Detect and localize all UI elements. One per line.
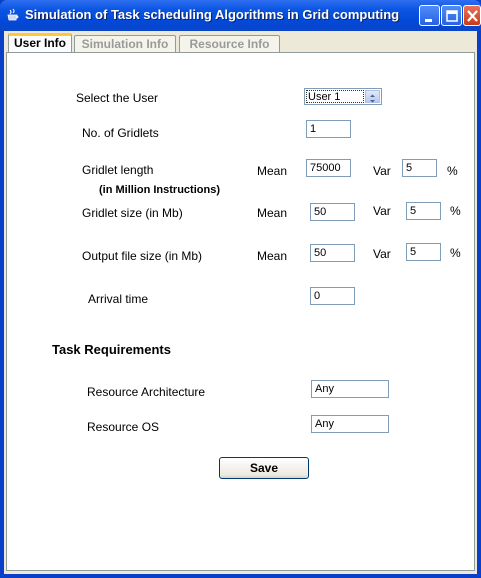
minimize-icon <box>425 19 432 22</box>
window-title: Simulation of Task scheduling Algorithms… <box>25 7 400 22</box>
save-button[interactable]: Save <box>219 457 309 479</box>
gridlet-length-var-input[interactable] <box>402 159 437 177</box>
gridlet-length-mean-input[interactable] <box>306 159 351 177</box>
output-size-var-input[interactable] <box>406 243 441 261</box>
output-size-mean-input[interactable] <box>310 244 355 262</box>
resource-architecture-input[interactable] <box>311 380 389 398</box>
spinner-arrows-icon <box>370 94 375 103</box>
gridlet-size-percent-label: % <box>450 204 461 218</box>
task-requirements-heading: Task Requirements <box>52 342 171 357</box>
gridlet-size-var-label: Var <box>373 204 391 218</box>
gridlet-size-mean-input[interactable] <box>310 203 355 221</box>
user-info-panel: Select the User User 1 No. of Gridlets G… <box>6 52 475 571</box>
gridlet-length-mean-label: Mean <box>257 164 288 178</box>
java-cup-icon <box>7 8 19 21</box>
resource-os-label: Resource OS <box>87 420 160 434</box>
arrival-time-input[interactable] <box>310 287 355 305</box>
num-gridlets-input[interactable] <box>306 120 351 138</box>
resource-architecture-label: Resource Architecture <box>87 385 206 399</box>
output-size-percent-label: % <box>450 246 461 260</box>
user-select[interactable]: User 1 <box>304 88 382 105</box>
output-size-label: Output file size (in Mb) <box>82 249 203 263</box>
close-button[interactable] <box>463 5 481 26</box>
resource-os-input[interactable] <box>311 415 389 433</box>
title-bar[interactable]: Simulation of Task scheduling Algorithms… <box>0 0 481 31</box>
arrival-time-label: Arrival time <box>88 292 149 306</box>
maximize-icon <box>446 10 458 22</box>
gridlet-length-percent-label: % <box>447 164 458 178</box>
output-size-var-label: Var <box>373 247 391 261</box>
gridlet-length-note: (in Million Instructions) <box>99 184 220 196</box>
app-window: Simulation of Task scheduling Algorithms… <box>0 0 481 578</box>
user-select-spinner[interactable] <box>365 90 380 103</box>
gridlet-size-var-input[interactable] <box>406 202 441 220</box>
user-select-value: User 1 <box>306 90 364 103</box>
select-user-label: Select the User <box>76 91 159 105</box>
gridlet-size-label: Gridlet size (in Mb) <box>82 206 183 220</box>
tab-strip: User Info Simulation Info Resource Info <box>4 31 477 53</box>
tab-user-info[interactable]: User Info <box>8 33 72 53</box>
tab-resource-info[interactable]: Resource Info <box>179 35 280 52</box>
output-size-mean-label: Mean <box>257 249 288 263</box>
gridlet-size-mean-label: Mean <box>257 206 288 220</box>
num-gridlets-label: No. of Gridlets <box>82 126 159 140</box>
gridlet-length-var-label: Var <box>373 164 391 178</box>
minimize-button[interactable] <box>419 5 440 26</box>
gridlet-length-label: Gridlet length <box>82 163 154 177</box>
close-icon <box>467 10 478 22</box>
maximize-button[interactable] <box>441 5 462 26</box>
tab-simulation-info[interactable]: Simulation Info <box>74 35 176 52</box>
client-area: User Info Simulation Info Resource Info … <box>4 31 477 574</box>
